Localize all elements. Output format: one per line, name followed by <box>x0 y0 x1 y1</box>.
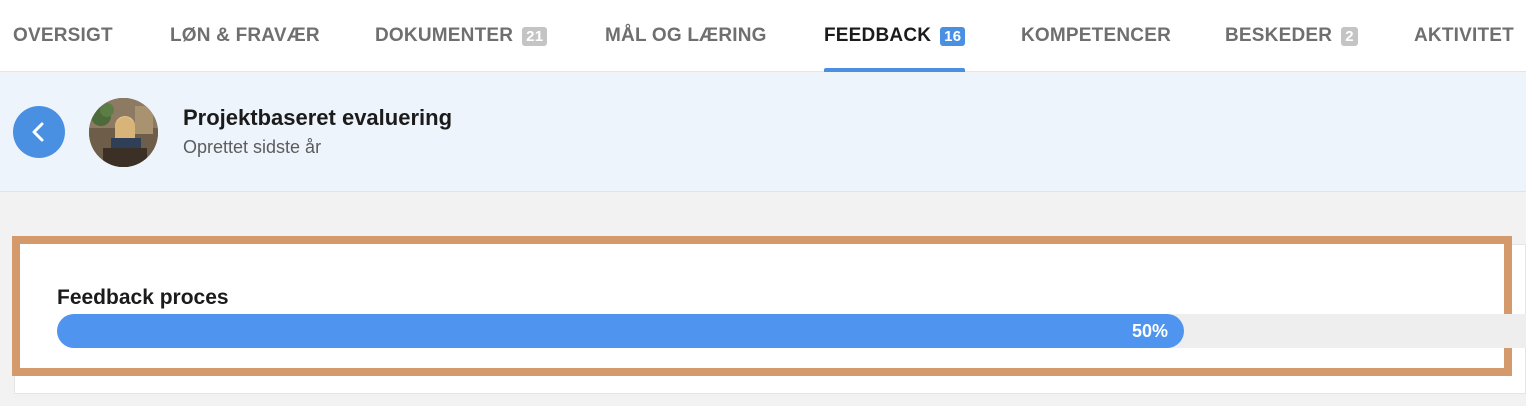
page-title: Projektbaseret evaluering <box>183 105 453 130</box>
tab-label: OVERSIGT <box>13 25 113 46</box>
count-badge: 16 <box>940 26 966 46</box>
feedback-process-title: Feedback proces <box>57 286 229 309</box>
avatar <box>89 98 158 167</box>
tab-label: DOKUMENTER <box>375 25 514 46</box>
tab-kompetencer[interactable]: KOMPETENCER <box>1021 0 1171 72</box>
tab-label: MÅL OG LÆRING <box>605 25 767 46</box>
progress-bar: 50% <box>57 314 1184 348</box>
count-badge: 21 <box>522 26 548 46</box>
tab-feedback[interactable]: FEEDBACK 16 <box>824 0 966 72</box>
progress-label: 50% <box>1131 320 1168 341</box>
tab-oversigt[interactable]: OVERSIGT <box>13 0 113 72</box>
tab-beskeder[interactable]: BESKEDER 2 <box>1225 0 1358 72</box>
tab-label: KOMPETENCER <box>1021 25 1171 46</box>
tab-label: FEEDBACK <box>824 25 932 46</box>
count-badge: 2 <box>1341 26 1358 46</box>
page-subtitle: Oprettet sidste år <box>183 137 322 157</box>
tab-label: LØN & FRAVÆR <box>170 25 320 46</box>
tab-bar: OVERSIGT LØN & FRAVÆR DOKUMENTER 21 MÅL … <box>0 0 1526 72</box>
tab-dokumenter[interactable]: DOKUMENTER 21 <box>375 0 548 72</box>
tab-aktivitet[interactable]: AKTIVITET <box>1414 0 1514 72</box>
page-header: Projektbaseret evaluering Oprettet sidst… <box>0 73 1526 192</box>
chevron-left-icon <box>32 122 44 142</box>
tab-label: AKTIVITET <box>1414 25 1514 46</box>
tab-label: BESKEDER <box>1225 25 1333 46</box>
back-button[interactable] <box>13 106 65 158</box>
tab-lon-fravaer[interactable]: LØN & FRAVÆR <box>170 0 320 72</box>
feedback-process-card <box>12 236 1512 376</box>
tab-maal-og-laering[interactable]: MÅL OG LÆRING <box>605 0 767 72</box>
